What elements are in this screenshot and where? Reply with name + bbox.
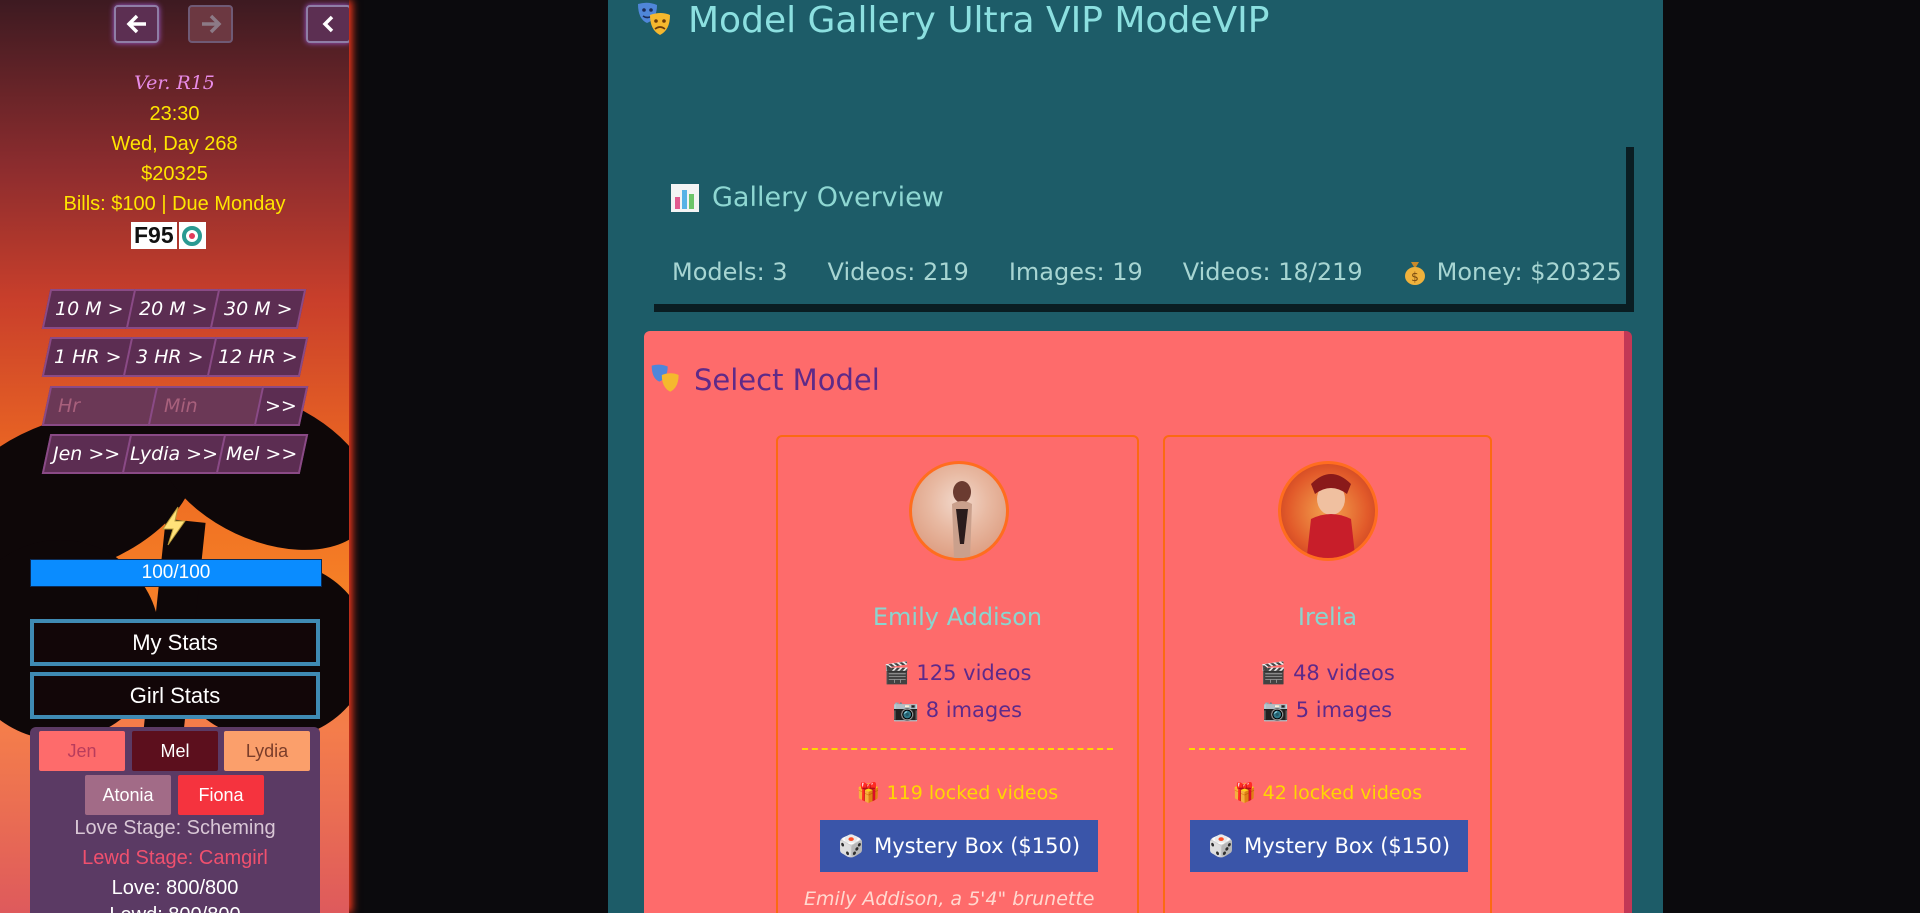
film-icon: 🎬 — [883, 661, 910, 685]
lightning-icon — [158, 506, 190, 550]
collapse-icon — [322, 15, 333, 33]
video-count: 🎬 125 videos — [883, 661, 1032, 685]
film-icon: 🎬 — [1260, 661, 1287, 685]
money-display: $20325 — [141, 163, 208, 185]
girl-tab-mel[interactable]: Mel — [132, 731, 218, 771]
goto-lydia-button[interactable]: Lydia >> — [121, 434, 227, 474]
time-skip-row: 10 M > 20 M > 30 M > — [41, 289, 307, 329]
model-card[interactable]: Irelia 🎬 48 videos 📷 5 images 🎁 42 locke… — [1163, 435, 1492, 913]
skip-3hr-button[interactable]: 3 HR > — [122, 337, 218, 377]
gallery-overview: Gallery Overview Models: 3 Videos: 219 I… — [654, 147, 1634, 312]
images-count: Images: 19 — [1008, 258, 1143, 286]
lewd-stage: Lewd Stage: Camgirl — [82, 847, 268, 869]
model-name: Irelia — [1297, 603, 1358, 631]
game-day: Wed, Day 268 — [111, 133, 238, 155]
gift-icon: 🎁 — [1232, 782, 1257, 804]
dice-icon: 🎲 — [1207, 833, 1235, 858]
videos-unlocked: Videos: 18/219 — [1182, 258, 1363, 286]
mystery-box-button[interactable]: 🎲 Mystery Box ($150) — [820, 820, 1098, 872]
girl-tab-jen[interactable]: Jen — [39, 731, 125, 771]
hour-input[interactable]: Hr — [41, 386, 159, 426]
dice-icon: 🎲 — [837, 833, 865, 858]
energy-bar: 100/100 — [30, 559, 322, 587]
f95-logo[interactable]: F95 — [131, 222, 206, 249]
gift-icon: 🎁 — [856, 782, 881, 804]
video-count: 🎬 48 videos — [1260, 661, 1395, 685]
version-label: Ver. R15 — [134, 72, 215, 94]
my-stats-button[interactable]: My Stats — [30, 619, 320, 666]
skip-12hr-button[interactable]: 12 HR > — [206, 337, 309, 377]
sidebar: Ver. R15 23:30 Wed, Day 268 $20325 Bills… — [0, 0, 349, 913]
forward-arrow-icon — [201, 14, 221, 34]
svg-text:$: $ — [1411, 270, 1419, 284]
f95-circle-icon — [178, 222, 206, 249]
main-panel: Model Gallery Ultra VIP ModeVIP Gallery … — [608, 0, 1663, 913]
money-stat: $ Money: $20325 — [1403, 258, 1622, 286]
goto-jen-button[interactable]: Jen >> — [41, 434, 133, 474]
skip-30m-button[interactable]: 30 M > — [209, 289, 307, 329]
skip-20m-button[interactable]: 20 M > — [125, 289, 221, 329]
character-jump-row: Jen >> Lydia >> Mel >> — [41, 434, 309, 474]
custom-skip-go-button[interactable]: >> — [253, 386, 309, 426]
model-card[interactable]: Emily Addison 🎬 125 videos 📷 8 images 🎁 … — [776, 435, 1139, 913]
camera-icon: 📷 — [892, 698, 920, 722]
love-stage: Love Stage: Scheming — [74, 817, 276, 839]
locked-videos: 🎁 119 locked videos — [856, 782, 1059, 804]
girl-stats-button[interactable]: Girl Stats — [30, 672, 320, 719]
forward-button[interactable] — [188, 5, 233, 43]
goto-mel-button[interactable]: Mel >> — [215, 434, 309, 474]
theater-masks-icon — [651, 364, 679, 392]
videos-count: Videos: 219 — [827, 258, 969, 286]
skip-10m-button[interactable]: 10 M > — [41, 289, 137, 329]
model-description: Emily Addison, a 5'4" brunette — [804, 888, 1095, 910]
girl-tab-atonia[interactable]: Atonia — [85, 775, 171, 815]
camera-icon: 📷 — [1262, 698, 1290, 722]
custom-skip-row: Hr Min >> — [41, 386, 309, 426]
mystery-box-button[interactable]: 🎲 Mystery Box ($150) — [1190, 820, 1468, 872]
divider — [802, 748, 1113, 750]
overview-title: Gallery Overview — [670, 182, 944, 213]
page-title: Model Gallery Ultra VIP ModeVIP — [636, 0, 1269, 41]
image-count: 📷 8 images — [892, 698, 1023, 722]
bills-info: Bills: $100 | Due Monday — [63, 193, 286, 215]
model-avatar[interactable] — [1278, 461, 1378, 561]
girl-stats-panel: Jen Mel Lydia Atonia Fiona Love Stage: S… — [30, 727, 320, 913]
image-count: 📷 5 images — [1262, 698, 1393, 722]
game-time: 23:30 — [149, 103, 200, 125]
select-model-section: Select Model Emily Addison 🎬 125 videos … — [644, 331, 1632, 913]
divider — [1189, 748, 1466, 750]
collapse-sidebar-button[interactable] — [306, 5, 349, 43]
back-button[interactable] — [114, 5, 159, 43]
hour-skip-row: 1 HR > 3 HR > 12 HR > — [41, 337, 309, 377]
girl-tab-lydia[interactable]: Lydia — [224, 731, 310, 771]
lewd-value: Lewd: 800/800 — [30, 904, 320, 913]
models-count: Models: 3 — [672, 258, 788, 286]
love-value: Love: 800/800 — [111, 877, 239, 899]
skip-1hr-button[interactable]: 1 HR > — [41, 337, 134, 377]
select-model-title: Select Model — [650, 363, 880, 397]
bar-chart-icon — [671, 183, 699, 212]
girl-tab-fiona[interactable]: Fiona — [178, 775, 264, 815]
money-bag-icon: $ — [1404, 262, 1425, 285]
back-arrow-icon — [126, 14, 146, 34]
model-name: Emily Addison — [872, 603, 1043, 631]
minute-input[interactable]: Min — [147, 386, 265, 426]
theater-masks-icon — [638, 2, 670, 35]
model-avatar[interactable] — [909, 461, 1009, 561]
locked-videos: 🎁 42 locked videos — [1232, 782, 1423, 804]
overview-stats: Models: 3 Videos: 219 Images: 19 Videos:… — [672, 258, 1622, 286]
